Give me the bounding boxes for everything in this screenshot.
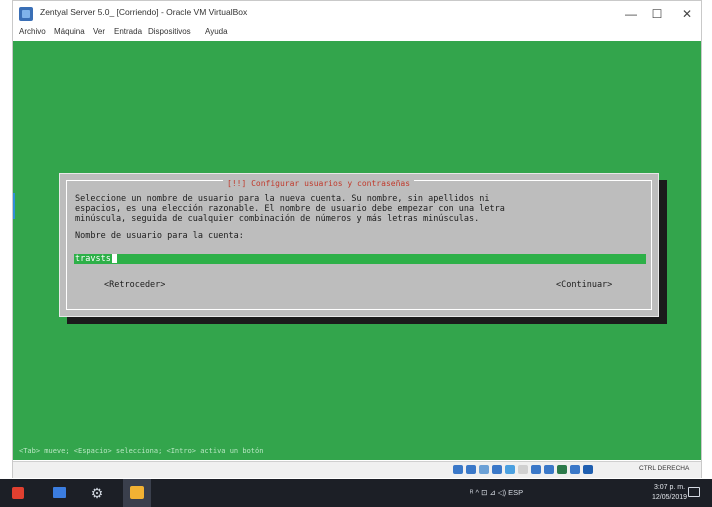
dialog-description: Seleccione un nombre de usuario para la … [75,194,505,224]
taskbar-virtualbox-icon[interactable] [123,479,151,507]
menu-dispositivos[interactable]: Dispositivos [148,27,191,36]
window-title: Zentyal Server 5.0_ [Corriendo] - Oracle… [40,7,248,17]
system-tray[interactable]: ᴿ ^ ⊡ ⊿ ◁) ESP [470,488,523,497]
display-icon[interactable] [531,465,541,474]
close-button[interactable]: ✕ [675,4,699,24]
usb-icon[interactable] [505,465,515,474]
username-input[interactable]: travsts [74,254,646,264]
username-value: travsts [74,254,117,264]
audio-icon[interactable] [479,465,489,474]
taskbar-settings-icon[interactable]: ⚙ [86,479,108,507]
menu-ver[interactable]: Ver [93,27,105,36]
menu-archivo[interactable]: Archivo [19,27,46,36]
vm-display[interactable]: [!!] Configurar usuarios y contraseñas S… [13,41,701,460]
menu-ayuda[interactable]: Ayuda [205,27,228,36]
shared-folder-icon[interactable] [518,465,528,474]
notification-icon[interactable] [688,487,700,497]
vm-statusbar: CTRL DERECHA [13,461,701,478]
side-indicator [13,193,15,219]
clock[interactable]: 3:07 p. m. 12/05/2019 [652,483,687,503]
menu-maquina[interactable]: Máquina [54,27,85,36]
virtualbox-icon [19,7,33,21]
host-key-label: CTRL DERECHA [639,465,690,472]
back-button[interactable]: <Retroceder> [104,280,165,290]
host-key-icon[interactable] [583,465,593,474]
optical-disc-icon[interactable] [466,465,476,474]
recording-icon[interactable] [544,465,554,474]
cpu-icon[interactable] [557,465,567,474]
taskbar-app-icon[interactable] [48,479,70,507]
menu-entrada[interactable]: Entrada [114,27,142,36]
clock-date: 12/05/2019 [652,494,688,501]
text-cursor [111,254,117,263]
keyboard-help-line: <Tab> mueve; <Espacio> selecciona; <Intr… [19,447,264,455]
minimize-button[interactable]: — [619,4,643,24]
mouse-integration-icon[interactable] [570,465,580,474]
installer-dialog: [!!] Configurar usuarios y contraseñas S… [59,173,659,317]
windows-taskbar: ⚙ ᴿ ^ ⊡ ⊿ ◁) ESP 3:07 p. m. 12/05/2019 [0,479,712,507]
clock-time: 3:07 p. m. [653,484,686,491]
menubar: Archivo Máquina Ver Entrada Dispositivos… [13,25,701,41]
start-button[interactable] [8,479,28,507]
network-icon[interactable] [492,465,502,474]
maximize-button[interactable]: ☐ [645,4,669,24]
hdd-icon[interactable] [453,465,463,474]
continue-button[interactable]: <Continuar> [556,280,612,290]
window-titlebar[interactable]: Zentyal Server 5.0_ [Corriendo] - Oracle… [13,1,701,27]
virtualbox-window: Zentyal Server 5.0_ [Corriendo] - Oracle… [12,0,702,478]
username-label: Nombre de usuario para la cuenta: [75,231,244,241]
dialog-title: [!!] Configurar usuarios y contraseñas [223,179,415,188]
